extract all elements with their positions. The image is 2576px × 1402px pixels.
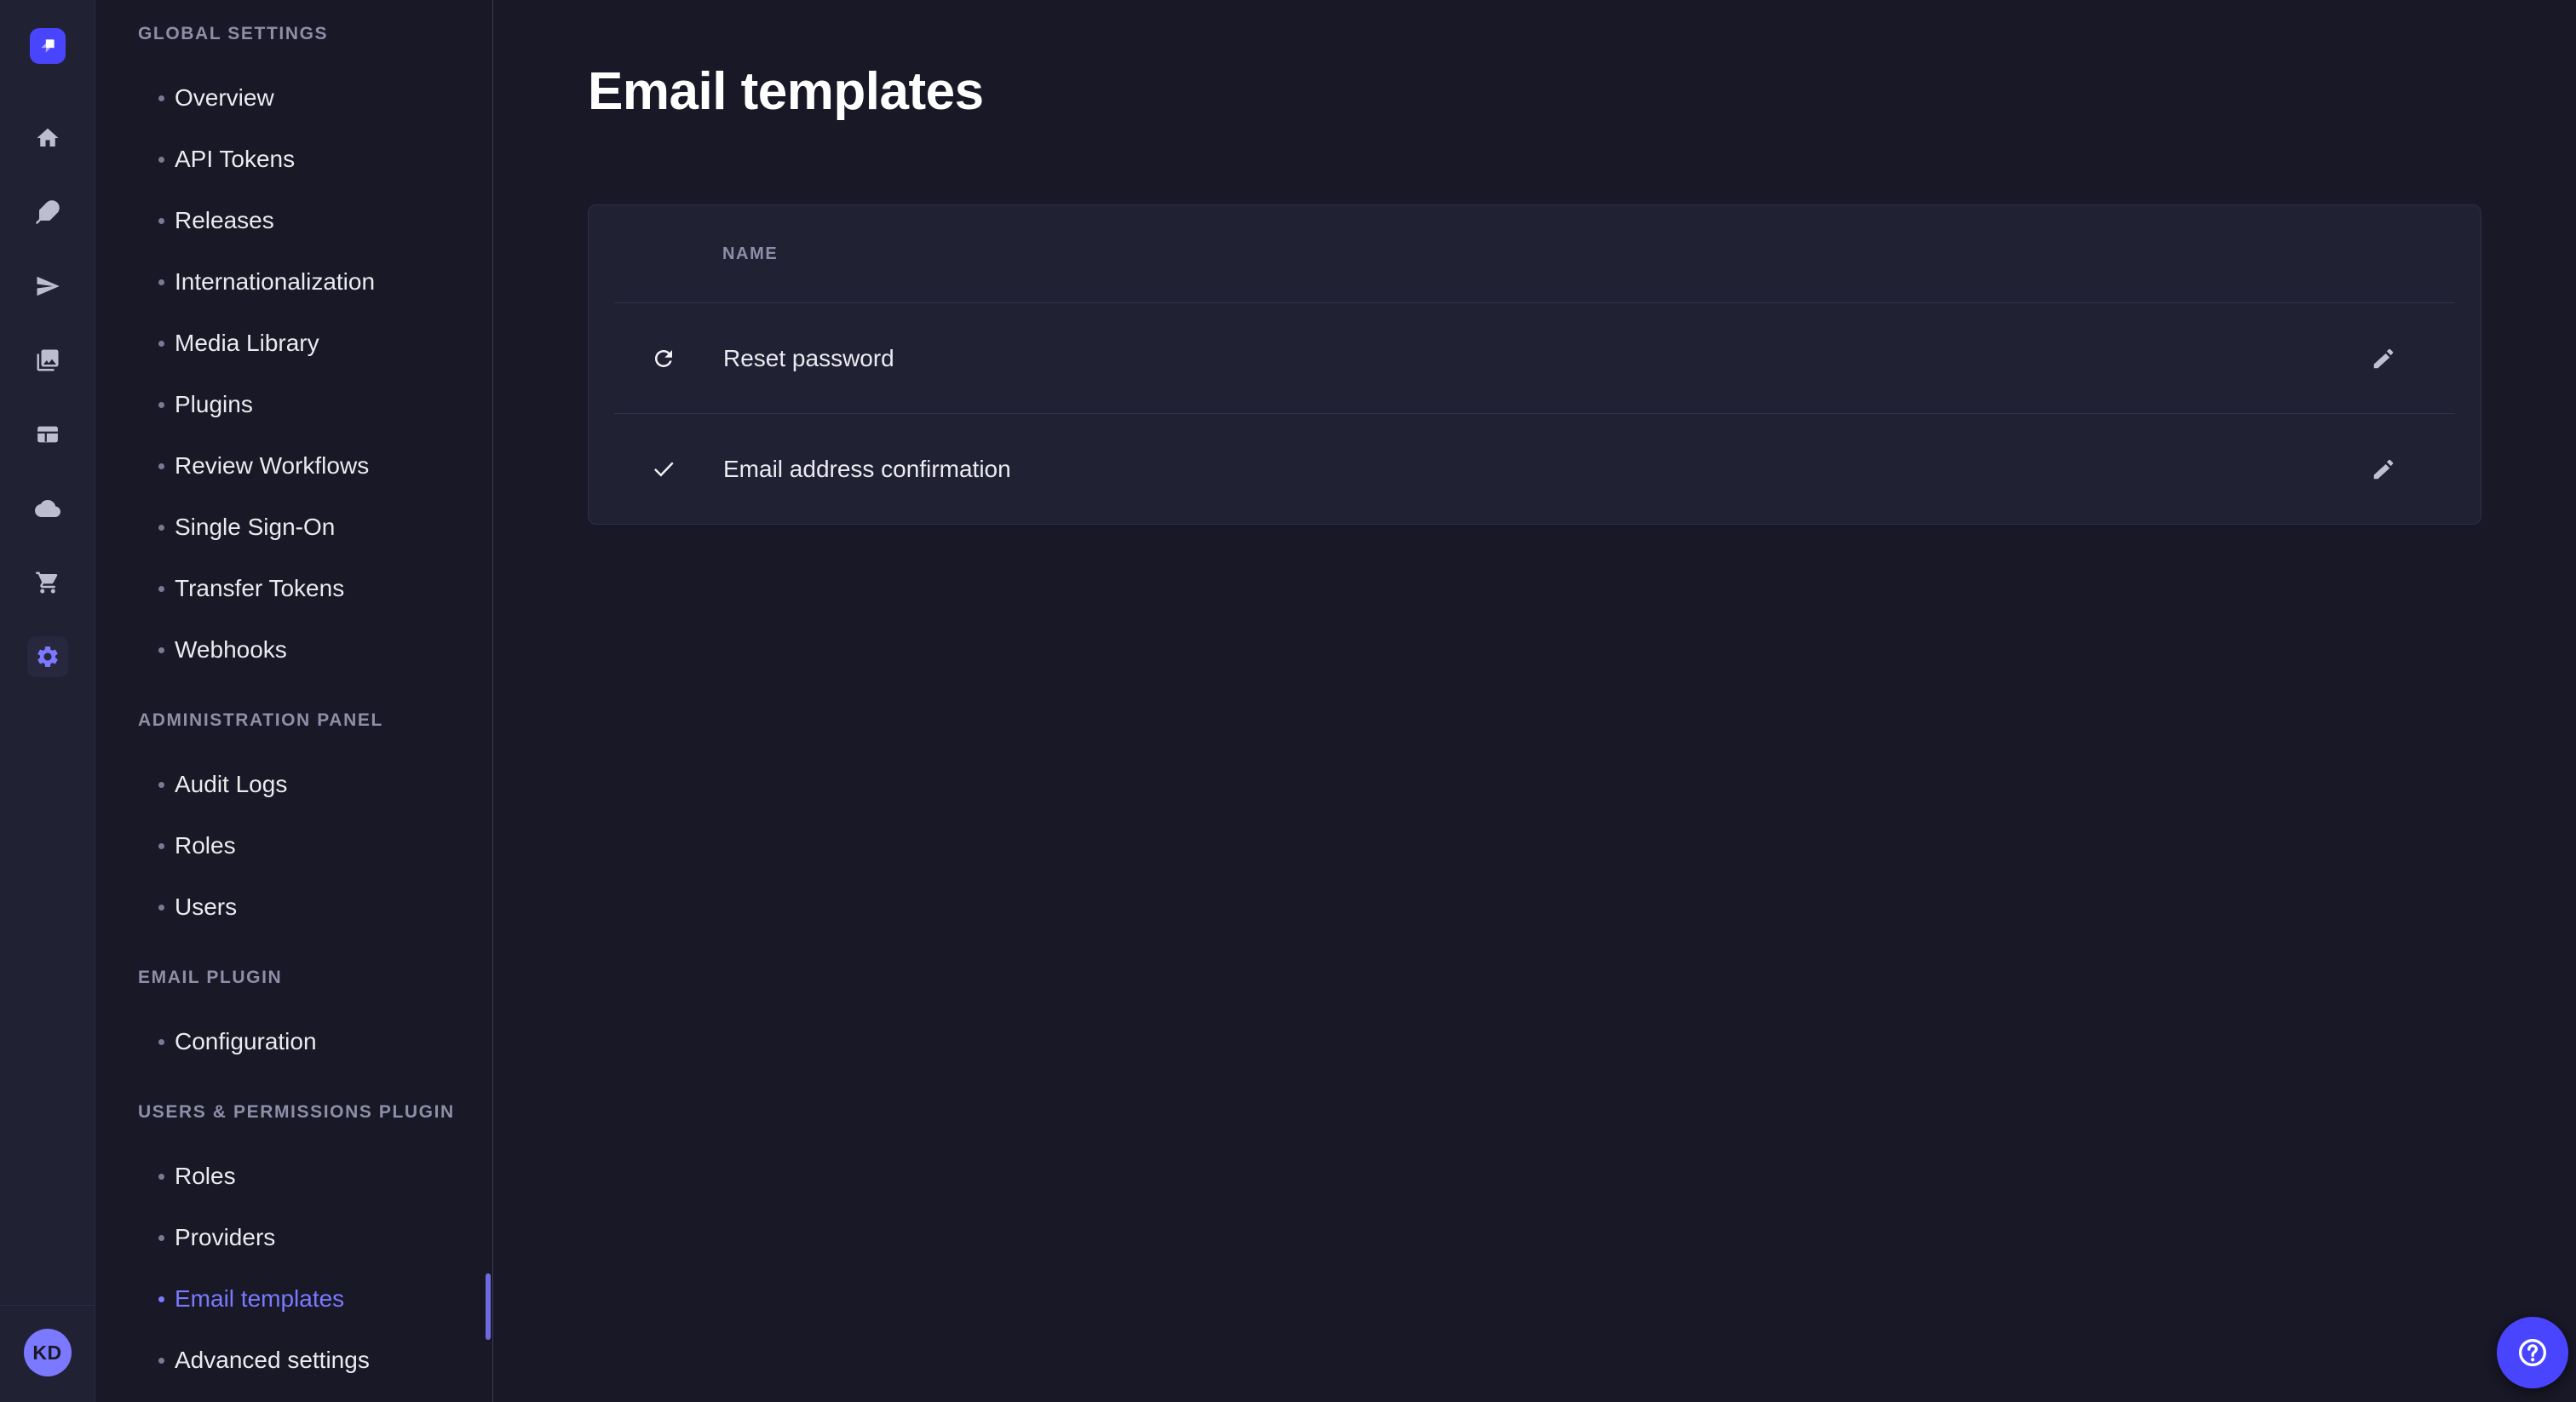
sidebar-item-api-tokens[interactable]: API Tokens xyxy=(95,129,492,190)
table-row-reset-password[interactable]: Reset password xyxy=(589,303,2481,413)
sidebar-item-label: Roles xyxy=(175,832,236,859)
subnav-section-email-plugin: Email Plugin Configuration xyxy=(95,967,492,1072)
strapi-logo[interactable] xyxy=(30,28,66,64)
bullet-icon xyxy=(158,1296,164,1302)
bullet-icon xyxy=(158,647,164,653)
pencil-icon[interactable] xyxy=(2363,449,2404,490)
sidebar-item-label: Users xyxy=(175,893,237,921)
sidebar-item-email-templates[interactable]: Email templates xyxy=(95,1268,492,1330)
sidebar-item-advanced-settings[interactable]: Advanced settings xyxy=(95,1330,492,1391)
sidebar-item-up-roles[interactable]: Roles xyxy=(95,1146,492,1207)
bullet-icon xyxy=(158,157,164,163)
column-header-name: Name xyxy=(722,244,778,264)
sidebar-item-label: Roles xyxy=(175,1163,236,1190)
section-title: Users & Permissions Plugin xyxy=(138,1101,492,1123)
rail-footer: KD xyxy=(0,1305,95,1402)
avatar[interactable]: KD xyxy=(24,1329,72,1376)
table-row-email-address-confirmation[interactable]: Email address confirmation xyxy=(589,414,2481,524)
bullet-icon xyxy=(158,1358,164,1364)
sidebar-item-label: Advanced settings xyxy=(175,1347,370,1374)
main-content: Email templates Name Reset password Emai… xyxy=(494,0,2576,1402)
sidebar-item-label: Media Library xyxy=(175,330,319,357)
help-button[interactable] xyxy=(2497,1317,2568,1388)
strapi-logo-icon xyxy=(37,35,59,57)
paper-plane-icon[interactable] xyxy=(27,266,68,307)
bullet-icon xyxy=(158,95,164,101)
sidebar-item-label: Single Sign-On xyxy=(175,514,335,541)
sidebar-item-label: Configuration xyxy=(175,1028,317,1055)
bullet-icon xyxy=(158,525,164,531)
bullet-icon xyxy=(158,843,164,849)
sidebar-item-media-library[interactable]: Media Library xyxy=(95,313,492,374)
bullet-icon xyxy=(158,402,164,408)
section-title: Administration Panel xyxy=(138,710,492,732)
sidebar-item-label: Overview xyxy=(175,84,274,112)
sidebar-item-label: Review Workflows xyxy=(175,452,369,480)
sidebar-item-single-sign-on[interactable]: Single Sign-On xyxy=(95,497,492,558)
page-title: Email templates xyxy=(588,61,2576,123)
settings-subnav: Global Settings Overview API Tokens Rele… xyxy=(95,0,493,1402)
sidebar-item-users[interactable]: Users xyxy=(95,876,492,938)
sidebar-item-internationalization[interactable]: Internationalization xyxy=(95,251,492,313)
bullet-icon xyxy=(158,1039,164,1045)
sidebar-item-label: Email templates xyxy=(175,1285,344,1313)
bullet-icon xyxy=(158,1235,164,1241)
cart-icon[interactable] xyxy=(27,562,68,603)
subnav-section-administration-panel: Administration Panel Audit Logs Roles Us… xyxy=(95,710,492,938)
template-name: Email address confirmation xyxy=(723,456,2363,483)
cloud-icon[interactable] xyxy=(27,488,68,529)
sidebar-item-label: Plugins xyxy=(175,391,253,418)
section-title: Email Plugin xyxy=(138,967,492,989)
sidebar-item-review-workflows[interactable]: Review Workflows xyxy=(95,435,492,497)
sidebar-item-overview[interactable]: Overview xyxy=(95,67,492,129)
bullet-icon xyxy=(158,586,164,592)
sidebar-item-providers[interactable]: Providers xyxy=(95,1207,492,1268)
sidebar-item-configuration[interactable]: Configuration xyxy=(95,1011,492,1072)
bullet-icon xyxy=(158,905,164,911)
section-title: Global Settings xyxy=(138,23,492,45)
layout-icon[interactable] xyxy=(27,414,68,455)
bullet-icon xyxy=(158,463,164,469)
template-name: Reset password xyxy=(723,345,2363,372)
settings-icon[interactable] xyxy=(27,636,68,677)
main-nav-rail: KD xyxy=(0,0,95,1402)
subnav-section-global-settings: Global Settings Overview API Tokens Rele… xyxy=(95,23,492,681)
check-icon xyxy=(650,457,677,482)
media-library-icon[interactable] xyxy=(27,340,68,381)
question-mark-icon xyxy=(2515,1335,2550,1370)
sidebar-item-admin-roles[interactable]: Roles xyxy=(95,815,492,876)
table-header: Name xyxy=(589,205,2481,302)
feather-icon[interactable] xyxy=(27,192,68,233)
rail-nav-buttons xyxy=(27,118,68,677)
sidebar-item-label: Transfer Tokens xyxy=(175,575,344,602)
bullet-icon xyxy=(158,279,164,285)
home-icon[interactable] xyxy=(27,118,68,158)
bullet-icon xyxy=(158,218,164,224)
refresh-icon xyxy=(650,346,677,371)
sidebar-item-label: Providers xyxy=(175,1224,275,1251)
sidebar-item-releases[interactable]: Releases xyxy=(95,190,492,251)
sidebar-item-label: Internationalization xyxy=(175,268,375,296)
sidebar-item-webhooks[interactable]: Webhooks xyxy=(95,619,492,681)
sidebar-item-label: Releases xyxy=(175,207,274,234)
sidebar-item-audit-logs[interactable]: Audit Logs xyxy=(95,754,492,815)
sidebar-item-transfer-tokens[interactable]: Transfer Tokens xyxy=(95,558,492,619)
email-templates-table: Name Reset password Email address confir… xyxy=(588,204,2481,525)
sidebar-item-label: Audit Logs xyxy=(175,771,287,798)
pencil-icon[interactable] xyxy=(2363,338,2404,379)
sidebar-item-label: Webhooks xyxy=(175,636,287,664)
sidebar-item-label: API Tokens xyxy=(175,146,295,173)
bullet-icon xyxy=(158,1174,164,1180)
sidebar-item-plugins[interactable]: Plugins xyxy=(95,374,492,435)
bullet-icon xyxy=(158,782,164,788)
subnav-section-users-permissions-plugin: Users & Permissions Plugin Roles Provide… xyxy=(95,1101,492,1391)
bullet-icon xyxy=(158,341,164,347)
subnav-scrollbar-thumb[interactable] xyxy=(486,1273,491,1340)
